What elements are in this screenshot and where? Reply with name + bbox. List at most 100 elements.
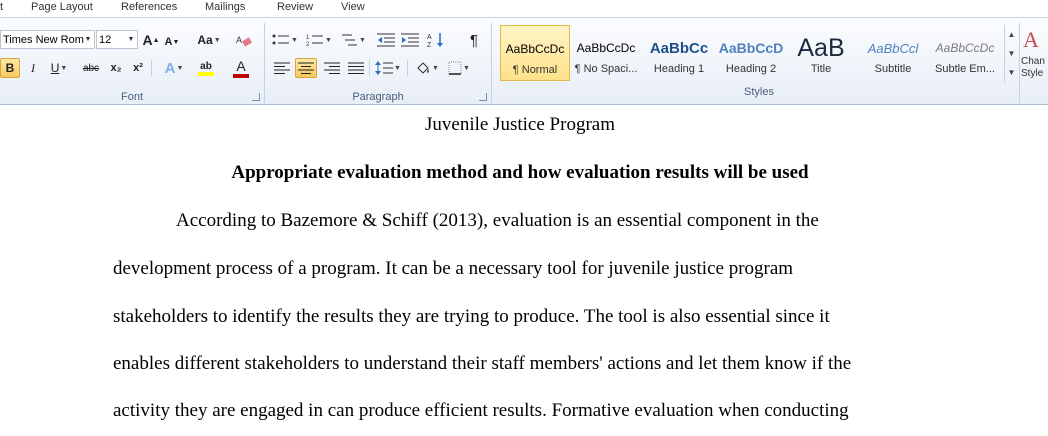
bullets-icon: [272, 34, 290, 45]
tab-mailings[interactable]: Mailings: [205, 1, 245, 13]
change-styles-button[interactable]: A Chan Style: [1021, 23, 1048, 87]
increase-indent-icon: [401, 33, 419, 47]
style-name: Title: [810, 63, 832, 75]
borders-icon: [448, 61, 462, 75]
align-right-button[interactable]: [321, 58, 343, 78]
change-case-button[interactable]: Aa ▼: [196, 30, 222, 50]
grow-font-icon: A: [142, 32, 153, 48]
show-formatting-marks-button[interactable]: ¶: [465, 30, 483, 50]
subscript-button[interactable]: x₂: [106, 58, 126, 78]
divider: [151, 60, 152, 76]
style-subtle-emphasis[interactable]: AaBbCcDc Subtle Em...: [930, 25, 1000, 81]
svg-text:A: A: [1023, 27, 1039, 52]
sort-button[interactable]: A Z: [425, 30, 447, 50]
chevron-down-icon[interactable]: ▼: [126, 31, 136, 48]
underline-icon: U: [50, 61, 60, 75]
decrease-indent-button[interactable]: [375, 30, 397, 50]
styles-gallery-scroller: ▲ ▼ ▼: [1004, 25, 1018, 83]
style-name: Heading 1: [653, 63, 705, 75]
gallery-scroll-up-icon[interactable]: ▲: [1005, 25, 1018, 44]
body-line: development process of a program. It can…: [113, 258, 794, 279]
style-heading-1[interactable]: AaBbCc Heading 1: [644, 25, 714, 81]
font-size-combo[interactable]: 12 ▼: [96, 30, 138, 49]
style-normal[interactable]: AaBbCcDc ¶ Normal: [500, 25, 570, 81]
clear-formatting-button[interactable]: A: [234, 30, 254, 50]
change-case-icon: Aa: [197, 33, 213, 47]
svg-text:A: A: [427, 34, 432, 41]
style-sample: AaBbCcD: [718, 40, 784, 56]
change-styles-icon: A: [1023, 27, 1039, 52]
body-line: enables different stakeholders to unders…: [113, 353, 852, 374]
font-size-value: 12: [99, 33, 112, 46]
style-name: ¶ Normal: [512, 64, 558, 76]
paint-bucket-icon: [417, 61, 430, 74]
ribbon-tab-strip: t Page Layout References Mailings Review…: [0, 0, 1048, 18]
style-title[interactable]: AaB Title: [786, 25, 856, 81]
italic-button[interactable]: I: [24, 58, 42, 78]
paragraph-group-label: Paragraph: [352, 91, 404, 103]
increase-indent-button[interactable]: [399, 30, 421, 50]
line-spacing-button[interactable]: ▼: [373, 58, 403, 78]
paragraph-group: ▼ 1 2 ▼ ▼ A Z ¶ ▼ ▼ ▼ Paragraph: [265, 19, 491, 105]
shrink-font-icon: A: [164, 36, 173, 48]
numbering-icon: 1 2: [306, 35, 324, 47]
style-name: Subtitle: [874, 63, 912, 75]
multilevel-list-button[interactable]: ▼: [339, 30, 367, 50]
svg-text:Z: Z: [427, 42, 432, 48]
clear-formatting-icon: A: [236, 35, 252, 47]
bullets-button[interactable]: ▼: [271, 30, 299, 50]
style-name: Heading 2: [725, 63, 777, 75]
superscript-button[interactable]: x²: [128, 58, 148, 78]
align-center-icon: [298, 62, 314, 74]
sort-icon: A Z: [427, 33, 443, 48]
font-color-button[interactable]: A: [226, 56, 256, 80]
numbering-button[interactable]: 1 2 ▼: [305, 30, 333, 50]
svg-text:1: 1: [306, 35, 310, 41]
font-color-icon: A: [236, 58, 246, 74]
body-line: stakeholders to identify the results the…: [113, 306, 830, 327]
font-name-combo[interactable]: Times New Rom ▼: [0, 30, 95, 49]
font-color-swatch: [233, 74, 249, 78]
style-heading-2[interactable]: AaBbCcD Heading 2: [716, 25, 786, 81]
divider: [407, 60, 408, 76]
style-name: ¶ No Spaci...: [574, 63, 638, 75]
bold-button[interactable]: B: [0, 58, 20, 78]
style-sample: AaBbCcl: [867, 40, 919, 56]
tab-page-layout[interactable]: Page Layout: [31, 1, 93, 13]
align-left-button[interactable]: [271, 58, 293, 78]
style-sample: AaBbCcDc: [935, 41, 995, 55]
align-right-icon: [324, 62, 340, 74]
borders-button[interactable]: ▼: [445, 58, 473, 78]
font-dialog-launcher-icon[interactable]: [252, 93, 260, 101]
chevron-down-icon[interactable]: ▼: [83, 31, 93, 48]
text-effects-button[interactable]: A ▼: [160, 58, 188, 78]
change-styles-label-2: Style: [1021, 68, 1044, 79]
group-divider: [491, 23, 492, 103]
grow-font-button[interactable]: A ▲: [142, 30, 160, 50]
tab-references[interactable]: References: [121, 1, 177, 13]
style-subtitle[interactable]: AaBbCcl Subtitle: [858, 25, 928, 81]
font-name-value: Times New Rom: [3, 33, 84, 46]
svg-text:A: A: [236, 35, 242, 45]
tab-view[interactable]: View: [341, 1, 365, 13]
gallery-more-icon[interactable]: ▼: [1005, 63, 1018, 82]
document-title: Juvenile Justice Program: [425, 114, 615, 135]
document-heading: Appropriate evaluation method and how ev…: [231, 162, 809, 183]
gallery-scroll-down-icon[interactable]: ▼: [1005, 44, 1018, 63]
styles-group-label: Styles: [744, 86, 774, 98]
tab-home[interactable]: t: [0, 1, 3, 13]
underline-button[interactable]: U ▼: [46, 58, 72, 78]
align-center-button[interactable]: [295, 58, 317, 78]
highlighter-icon: ab: [200, 60, 212, 72]
highlight-button[interactable]: ab: [192, 56, 220, 80]
justify-button[interactable]: [345, 58, 367, 78]
shrink-font-button[interactable]: A ▼: [163, 32, 181, 52]
highlight-color-swatch: [198, 71, 214, 76]
style-no-spacing[interactable]: AaBbCcDc ¶ No Spaci...: [571, 25, 641, 81]
document-page[interactable]: Juvenile Justice Program Appropriate eva…: [0, 106, 1048, 436]
strikethrough-button[interactable]: abc: [80, 58, 102, 78]
paragraph-dialog-launcher-icon[interactable]: [479, 93, 487, 101]
shading-button[interactable]: ▼: [413, 58, 441, 78]
multilevel-list-icon: [342, 34, 358, 46]
tab-review[interactable]: Review: [277, 1, 313, 13]
